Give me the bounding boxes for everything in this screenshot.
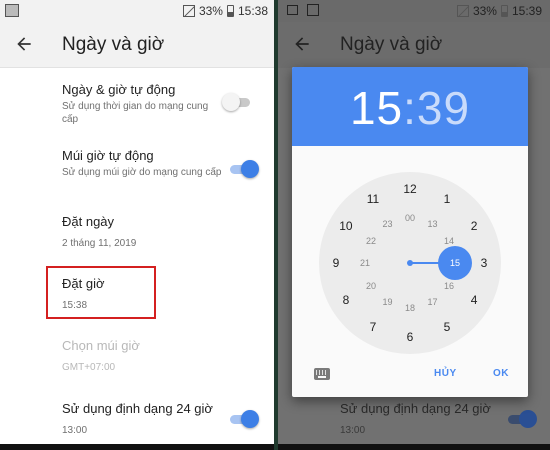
hour-16[interactable]: 16 <box>438 278 460 294</box>
hour-6[interactable]: 6 <box>399 329 421 345</box>
highlight-box <box>46 266 156 319</box>
hour-9[interactable]: 9 <box>325 255 347 271</box>
hour-17[interactable]: 17 <box>422 294 444 310</box>
hour-20[interactable]: 20 <box>360 278 382 294</box>
setting-subtitle: 2 tháng 11, 2019 <box>62 238 137 249</box>
hour-12[interactable]: 12 <box>399 181 421 197</box>
battery-percent: 33% <box>472 4 497 18</box>
24h-format-toggle[interactable] <box>228 409 259 429</box>
back-arrow-icon[interactable] <box>14 34 34 54</box>
hour-7[interactable]: 7 <box>362 319 384 335</box>
app-icon <box>307 4 319 16</box>
24h-format-toggle <box>506 409 537 429</box>
hour-00[interactable]: 00 <box>399 210 421 226</box>
hour-2[interactable]: 2 <box>463 218 485 234</box>
image-icon <box>287 5 298 15</box>
status-time: 15:38 <box>237 4 268 18</box>
setting-title: Chọn múi giờ <box>62 338 140 353</box>
status-bar: 33% 15:39 <box>278 0 550 22</box>
no-sim-icon <box>182 5 195 17</box>
auto-datetime-toggle[interactable] <box>222 92 252 112</box>
left-screen: 33% 15:38 Ngày và giờ Ngày & giờ tự động… <box>0 0 274 450</box>
clock-center-dot <box>407 260 413 266</box>
clock-dial[interactable]: 12 1 2 3 4 5 6 7 8 9 10 11 00 13 14 15 16 17 18 19 20 21 22 23 <box>319 172 501 354</box>
time-display: 15:39 <box>292 81 528 135</box>
setting-subtitle: GMT+07:00 <box>62 362 116 373</box>
time-separator: : <box>403 82 417 134</box>
setting-choose-timezone: Chọn múi giờ GMT+07:00 <box>62 338 262 374</box>
hour-3[interactable]: 3 <box>473 255 495 271</box>
nav-bar <box>0 444 274 450</box>
status-bar: 33% 15:38 <box>0 0 274 22</box>
no-sim-icon <box>456 5 469 17</box>
hour-5[interactable]: 5 <box>436 319 458 335</box>
gallery-icon <box>5 4 19 17</box>
hour-23[interactable]: 23 <box>377 216 399 232</box>
nav-bar <box>278 444 550 450</box>
screen-root: 33% 15:38 Ngày và giờ Ngày & giờ tự động… <box>0 0 550 450</box>
hour-22[interactable]: 22 <box>360 233 382 249</box>
back-arrow-icon[interactable] <box>292 34 312 54</box>
battery-icon <box>226 5 234 17</box>
hour-19[interactable]: 19 <box>377 294 399 310</box>
setting-subtitle: Sử dụng thời gian do mạng cung cấp <box>62 101 209 125</box>
hour-4[interactable]: 4 <box>463 292 485 308</box>
battery-percent: 33% <box>198 4 223 18</box>
hour-21[interactable]: 21 <box>354 255 376 271</box>
minute-display[interactable]: 39 <box>417 82 470 134</box>
keyboard-icon[interactable] <box>314 368 330 380</box>
battery-icon <box>500 5 508 17</box>
auto-timezone-toggle[interactable] <box>228 159 259 179</box>
setting-title: Đặt ngày <box>62 214 115 229</box>
ok-button[interactable]: OK <box>493 368 509 379</box>
setting-set-date[interactable]: Đặt ngày 2 tháng 11, 2019 <box>62 214 262 250</box>
hour-18[interactable]: 18 <box>399 300 421 316</box>
hour-10[interactable]: 10 <box>335 218 357 234</box>
hour-8[interactable]: 8 <box>335 292 357 308</box>
page-title: Ngày và giờ <box>62 34 165 55</box>
time-header: 15:39 <box>292 67 528 146</box>
hour-11[interactable]: 11 <box>362 191 384 207</box>
hour-display[interactable]: 15 <box>350 82 403 134</box>
hour-1[interactable]: 1 <box>436 191 458 207</box>
app-bar: Ngày và giờ <box>278 22 550 68</box>
setting-subtitle: Sử dụng múi giờ do mạng cung cấp <box>62 167 222 178</box>
app-bar: Ngày và giờ <box>0 22 274 68</box>
status-time: 15:39 <box>511 4 542 18</box>
hour-15[interactable]: 15 <box>444 255 466 271</box>
time-picker-dialog: 15:39 12 1 2 3 4 5 6 7 8 9 10 11 00 13 14 15 16 17 18 19 20 2… <box>292 67 528 397</box>
cancel-button[interactable]: HỦY <box>434 368 457 379</box>
page-title: Ngày và giờ <box>340 34 443 55</box>
hour-13[interactable]: 13 <box>422 216 444 232</box>
hour-14[interactable]: 14 <box>438 233 460 249</box>
